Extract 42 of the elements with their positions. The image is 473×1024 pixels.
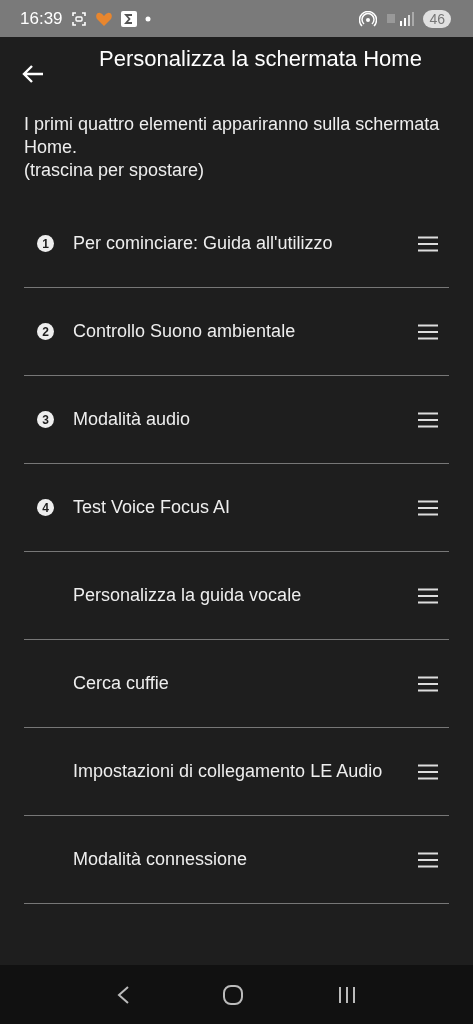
item-label: Cerca cuffie bbox=[73, 672, 170, 695]
screenshot-icon bbox=[70, 10, 87, 27]
battery-level: 46 bbox=[423, 9, 451, 28]
drag-handle-icon[interactable] bbox=[418, 235, 438, 252]
item-label: Personalizza la guida vocale bbox=[73, 584, 303, 607]
list-item[interactable]: Impostazioni di collegamento LE Audio bbox=[24, 728, 449, 816]
hotspot-icon bbox=[359, 10, 378, 27]
signal-icon bbox=[385, 10, 416, 27]
heart-icon bbox=[94, 10, 113, 27]
sigma-icon bbox=[120, 10, 137, 27]
position-badge: 3 bbox=[37, 411, 54, 428]
list-item[interactable]: Personalizza la guida vocale bbox=[24, 552, 449, 640]
list-item[interactable]: 4 Test Voice Focus AI bbox=[24, 464, 449, 552]
drag-handle-icon[interactable] bbox=[418, 675, 438, 692]
drag-handle-icon[interactable] bbox=[418, 587, 438, 604]
page-title: Personalizza la schermata Home bbox=[98, 45, 423, 72]
home-icon[interactable] bbox=[222, 983, 245, 1006]
drag-handle-icon[interactable] bbox=[418, 323, 438, 340]
item-label: Impostazioni di collegamento LE Audio bbox=[73, 760, 384, 783]
position-badge: 4 bbox=[37, 499, 54, 516]
position-badge: 2 bbox=[37, 323, 54, 340]
dot-icon bbox=[144, 15, 151, 22]
drag-handle-icon[interactable] bbox=[418, 763, 438, 780]
list-item[interactable]: 1 Per cominciare: Guida all'utilizzo bbox=[24, 200, 449, 288]
recents-icon[interactable] bbox=[336, 985, 357, 1004]
item-label: Controllo Suono ambientale bbox=[73, 320, 297, 343]
drag-handle-icon[interactable] bbox=[418, 499, 438, 516]
back-icon[interactable] bbox=[116, 984, 131, 1005]
list-item[interactable]: Modalità connessione bbox=[24, 816, 449, 904]
description-text: I primi quattro elementi appariranno sulla schermata Home. bbox=[24, 113, 441, 159]
list-item[interactable]: 3 Modalità audio bbox=[24, 376, 449, 464]
item-label: Modalità audio bbox=[73, 408, 192, 431]
clock-time: 16:39 bbox=[20, 8, 63, 29]
item-label: Modalità connessione bbox=[73, 848, 249, 871]
list-item[interactable]: Cerca cuffie bbox=[24, 640, 449, 728]
drag-handle-icon[interactable] bbox=[418, 851, 438, 868]
item-label: Test Voice Focus AI bbox=[73, 496, 232, 519]
description-text: (trascina per spostare) bbox=[24, 159, 206, 182]
list-item[interactable]: 2 Controllo Suono ambientale bbox=[24, 288, 449, 376]
position-badge: 1 bbox=[37, 235, 54, 252]
drag-handle-icon[interactable] bbox=[418, 411, 438, 428]
item-label: Per cominciare: Guida all'utilizzo bbox=[73, 232, 334, 255]
